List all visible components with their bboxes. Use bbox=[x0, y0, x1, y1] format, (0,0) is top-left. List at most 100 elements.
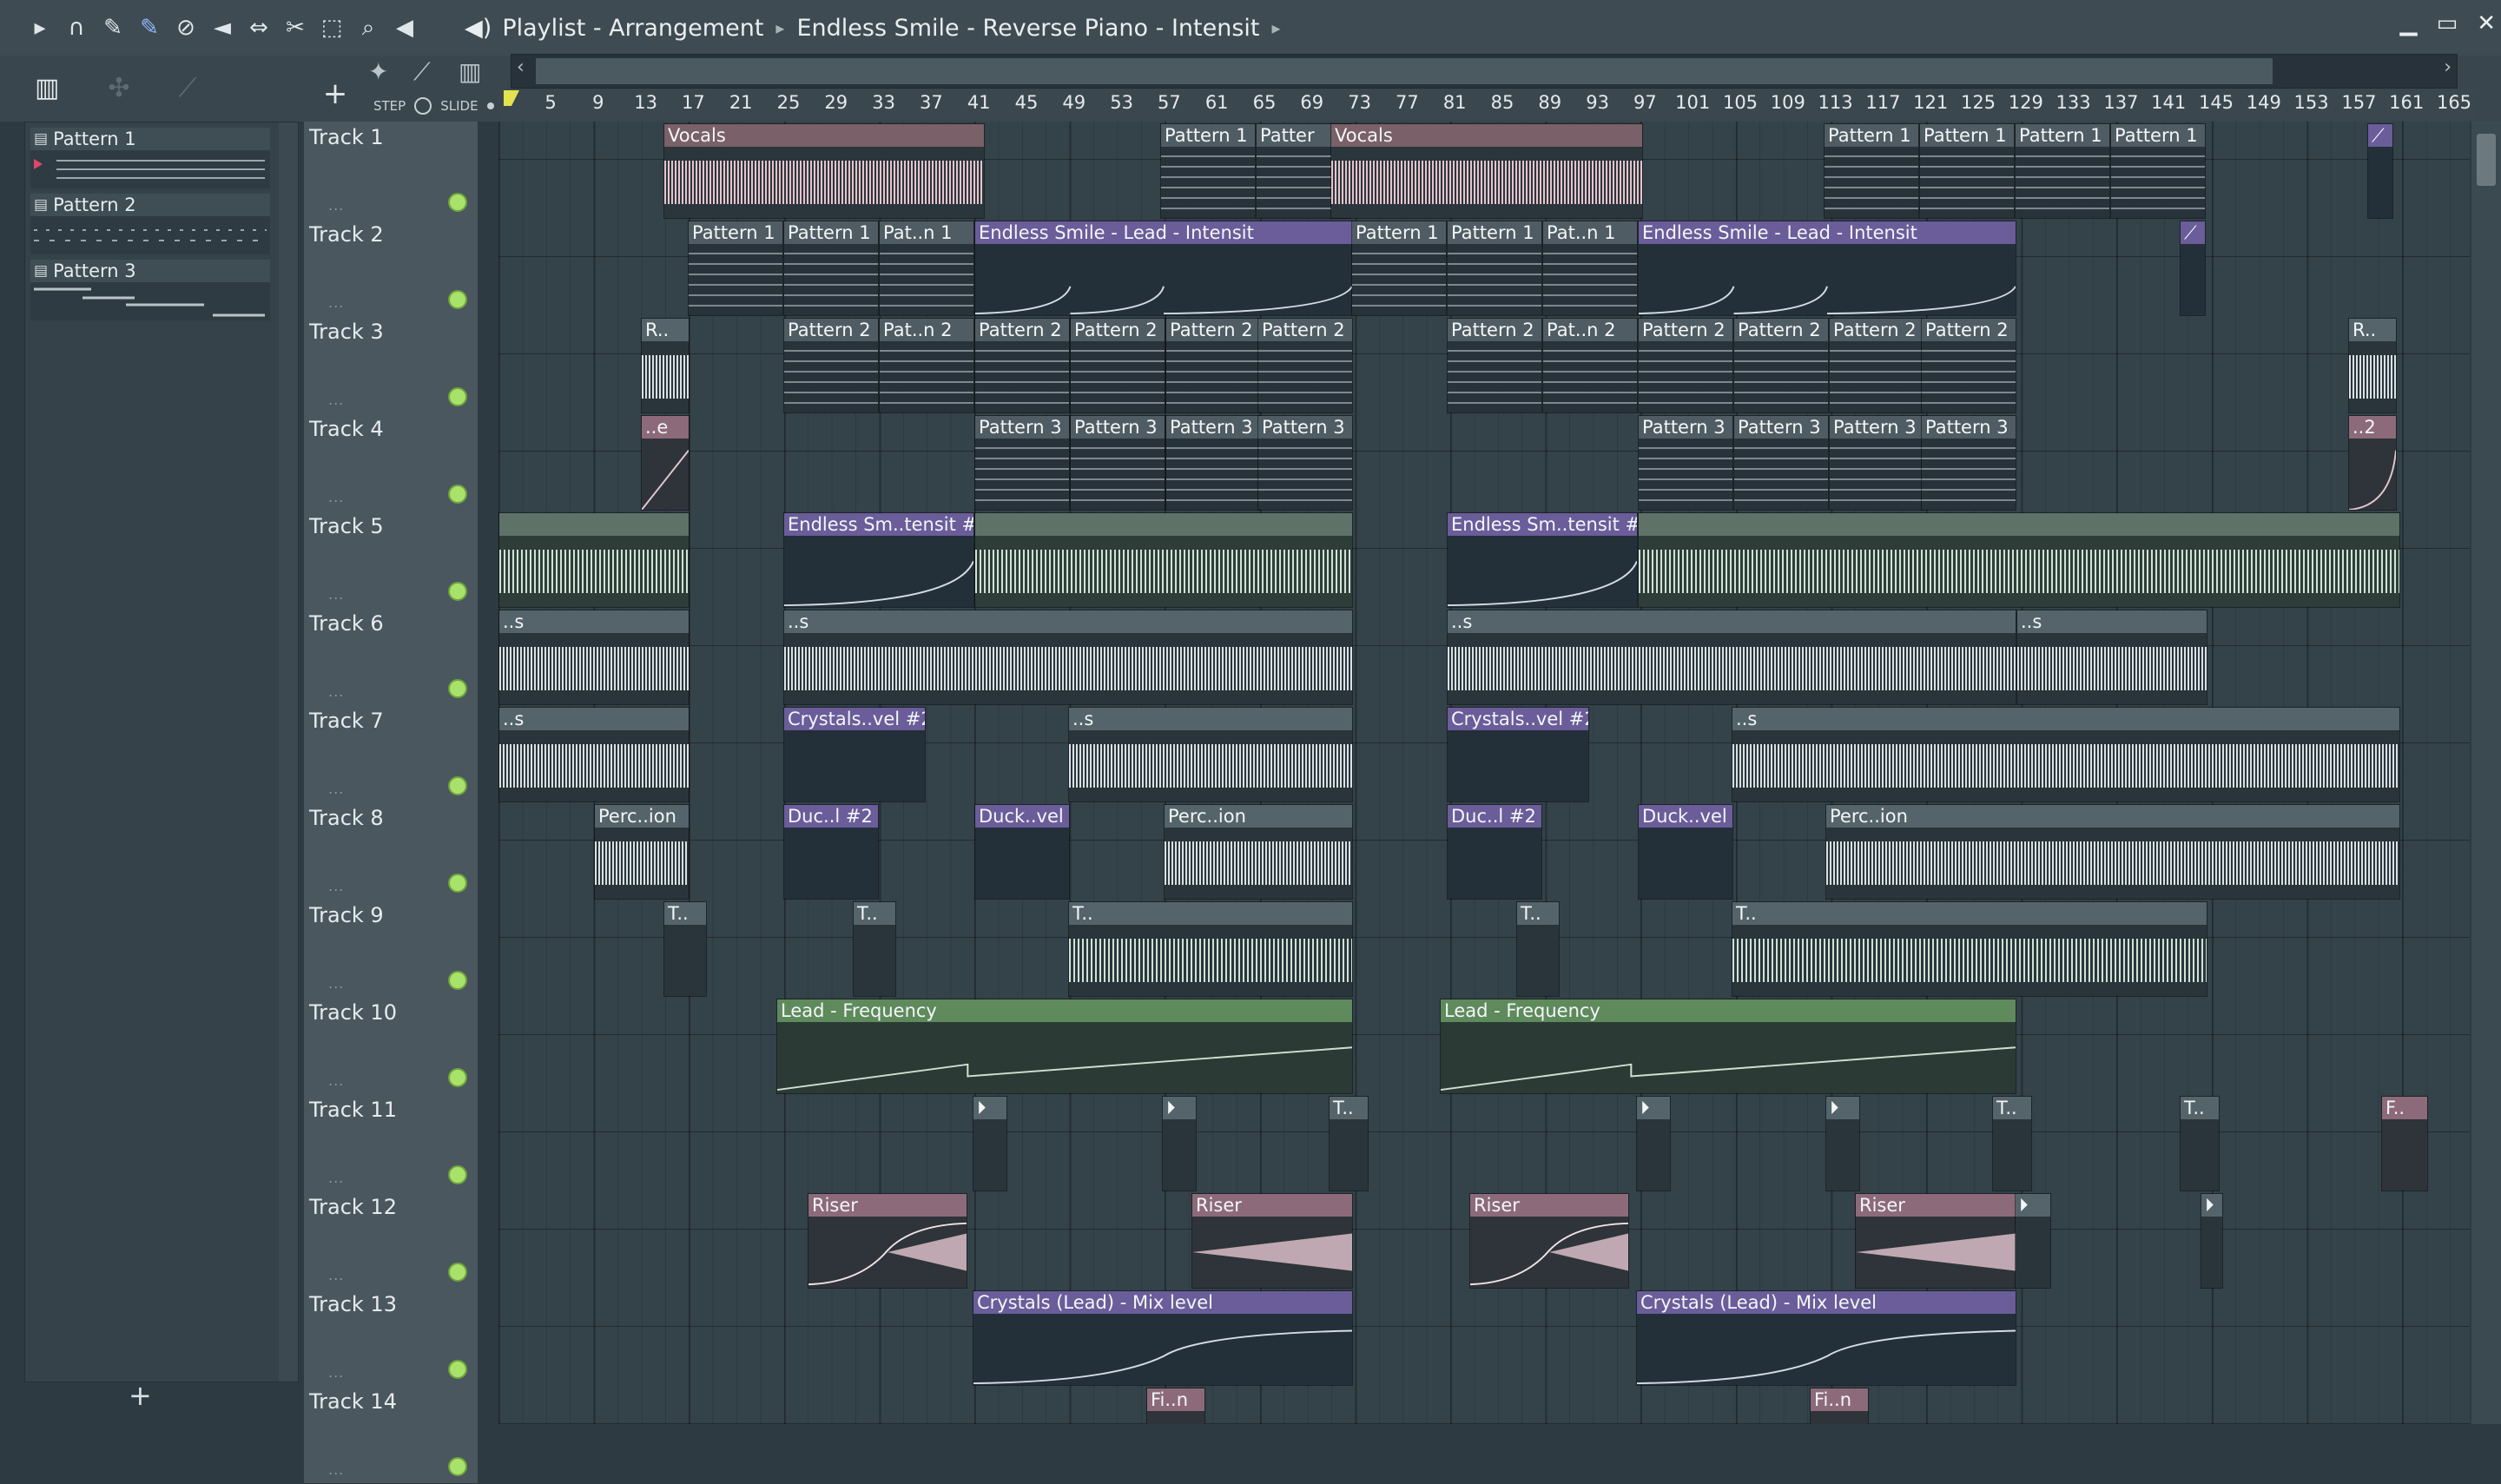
clip-label[interactable]: Pat..n 2 bbox=[1543, 319, 1637, 341]
track-enable-led-icon[interactable] bbox=[448, 1165, 467, 1184]
clip-label[interactable]: Pattern 3 bbox=[1922, 416, 2016, 439]
clip-label[interactable]: Pattern 2 bbox=[975, 319, 1069, 341]
clip-label[interactable]: T.. bbox=[854, 902, 895, 925]
track-name[interactable]: Track 6 bbox=[309, 611, 384, 636]
clip-audio[interactable]: ..s bbox=[498, 610, 690, 705]
clip-body[interactable] bbox=[1258, 439, 1352, 510]
track-header[interactable]: Track 5... bbox=[304, 511, 478, 609]
track-grip-icon[interactable]: ... bbox=[328, 1364, 344, 1381]
track-enable-led-icon[interactable] bbox=[448, 1068, 467, 1087]
clip-automation[interactable]: Endless Sm..tensit #3 bbox=[1447, 512, 1638, 608]
clip-label[interactable]: T.. bbox=[1732, 902, 2207, 925]
clip-riser[interactable]: Riser bbox=[1469, 1193, 1629, 1289]
clip-body[interactable] bbox=[1830, 439, 1924, 510]
clip-pattern[interactable]: Pattern 1 bbox=[1824, 123, 1919, 219]
picker-add-button[interactable]: + bbox=[129, 1379, 152, 1412]
clip-body[interactable] bbox=[1448, 244, 1541, 315]
clip-body[interactable] bbox=[1639, 244, 2016, 315]
track-header[interactable]: Track 6... bbox=[304, 608, 478, 706]
clip-label[interactable]: Pattern 2 bbox=[1922, 319, 2016, 341]
clip-pattern[interactable]: Pattern 3 bbox=[974, 415, 1070, 511]
picker-pattern-1[interactable]: ▤ Pattern 1 bbox=[30, 128, 270, 190]
clip-body[interactable] bbox=[689, 244, 782, 315]
step-slide-toggle[interactable]: STEP SLIDE bbox=[373, 97, 494, 115]
clip-label[interactable]: Riser bbox=[1856, 1194, 2016, 1217]
clip-body[interactable] bbox=[784, 536, 973, 607]
track-enable-led-icon[interactable] bbox=[448, 582, 467, 601]
track-grip-icon[interactable]: ... bbox=[328, 1267, 344, 1283]
add-track-button[interactable]: + bbox=[318, 76, 353, 111]
snap-icon[interactable]: ✦ bbox=[368, 57, 388, 86]
play-icon[interactable]: ▸ bbox=[24, 12, 56, 43]
track-grip-icon[interactable]: ... bbox=[328, 1461, 344, 1478]
clip-body[interactable] bbox=[664, 147, 984, 218]
clip-label[interactable]: T.. bbox=[1993, 1097, 2031, 1119]
clip-body[interactable] bbox=[1826, 828, 2399, 899]
pencil-icon[interactable]: ✎ bbox=[97, 12, 129, 43]
clip-riser[interactable]: Riser bbox=[808, 1193, 967, 1289]
clip-body[interactable] bbox=[1165, 828, 1352, 899]
clip-audio[interactable] bbox=[498, 512, 690, 608]
clip-percussion[interactable]: Perc..ion bbox=[1164, 804, 1353, 900]
piano-icon[interactable]: ▥ bbox=[35, 73, 59, 103]
clip-pattern[interactable]: Pattern 3 bbox=[1638, 415, 1733, 511]
clip-fill[interactable]: Fi..n bbox=[1146, 1388, 1205, 1424]
clip-label[interactable]: Pattern 1 bbox=[1352, 221, 1446, 244]
clip-pattern[interactable]: Pat..n 2 bbox=[1542, 318, 1638, 413]
clip-automation-lead[interactable]: Endless Smile - Lead - Intensit bbox=[1638, 221, 2016, 316]
clip-label[interactable]: ⏵ bbox=[1163, 1097, 1196, 1119]
clip-label[interactable]: ..s bbox=[1448, 610, 2016, 633]
clip-pattern[interactable]: Pattern 2 bbox=[1638, 318, 1733, 413]
track-name[interactable]: Track 4 bbox=[309, 417, 384, 441]
clip-body[interactable] bbox=[975, 439, 1069, 510]
clip-audio[interactable]: ..s bbox=[783, 610, 1353, 705]
mute-icon[interactable]: ◄ bbox=[207, 12, 238, 43]
clip-label[interactable]: R.. bbox=[642, 319, 689, 341]
clip-audio[interactable]: ..s bbox=[1068, 707, 1353, 802]
clip-label[interactable]: F.. bbox=[2382, 1097, 2427, 1119]
track-name[interactable]: Track 13 bbox=[309, 1292, 397, 1316]
clip-label[interactable]: Pattern 3 bbox=[975, 416, 1069, 439]
clip-label[interactable]: Crystals..vel #2 bbox=[1448, 708, 1588, 730]
track-header[interactable]: Track 4... bbox=[304, 413, 478, 511]
clip-pattern[interactable]: Pat..n 1 bbox=[879, 221, 974, 316]
clip-label[interactable]: ..s bbox=[1069, 708, 1352, 730]
step-radio-icon[interactable] bbox=[414, 97, 432, 115]
clip-label[interactable]: Pattern 1 bbox=[1920, 124, 2014, 147]
clip-label[interactable]: Endless Sm..tensit #3 bbox=[784, 513, 973, 536]
clip-label[interactable]: R.. bbox=[2349, 319, 2396, 341]
clip-pattern[interactable]: Pattern 2 bbox=[1070, 318, 1165, 413]
breadcrumb-project[interactable]: Endless Smile - Reverse Piano - Intensit bbox=[796, 15, 1259, 42]
clip-body[interactable] bbox=[1069, 925, 1352, 996]
clip-audio[interactable]: R.. bbox=[2348, 318, 2397, 413]
track-name[interactable]: Track 1 bbox=[309, 125, 384, 149]
clip-body[interactable] bbox=[642, 341, 689, 412]
clip-automation[interactable]: ..2 bbox=[2348, 415, 2397, 511]
clip-fill[interactable]: Fi..n bbox=[1810, 1388, 1869, 1424]
curve-icon[interactable]: ⟋ bbox=[413, 57, 431, 87]
clip-pattern[interactable]: Pattern 1 bbox=[783, 221, 879, 316]
clip-body[interactable] bbox=[1448, 828, 1541, 899]
clip-automation[interactable]: ⟋ bbox=[2367, 123, 2393, 219]
clip-label[interactable]: Pattern 3 bbox=[1734, 416, 1828, 439]
clip-pattern[interactable]: Pattern 3 bbox=[1257, 415, 1353, 511]
clip-audio[interactable]: T.. bbox=[2180, 1096, 2220, 1191]
clip-label[interactable]: Endless Sm..tensit #3 bbox=[1448, 513, 1637, 536]
clip-body[interactable] bbox=[595, 828, 689, 899]
clip-label[interactable]: T.. bbox=[1330, 1097, 1368, 1119]
track-grip-icon[interactable]: ... bbox=[328, 878, 344, 894]
clip-body[interactable] bbox=[2111, 147, 2205, 218]
clip-label[interactable]: Pattern 3 bbox=[1166, 416, 1260, 439]
clip-body[interactable] bbox=[2382, 1119, 2427, 1190]
clip-pattern[interactable]: Pattern 1 bbox=[1447, 221, 1542, 316]
clip-label[interactable]: Pattern 1 bbox=[2111, 124, 2205, 147]
clip-body[interactable] bbox=[1732, 925, 2207, 996]
clip-label[interactable]: Endless Smile - Lead - Intensit bbox=[1639, 221, 2016, 244]
clip-label[interactable]: Perc..ion bbox=[1165, 805, 1352, 828]
delete-icon[interactable]: ⊘ bbox=[170, 12, 201, 43]
clip-pattern[interactable]: Pattern 3 bbox=[1829, 415, 1924, 511]
clip-label[interactable]: Vocals bbox=[1331, 124, 1642, 147]
clip-audio[interactable]: T.. bbox=[663, 901, 707, 997]
clip-body[interactable] bbox=[880, 244, 973, 315]
clip-automation[interactable]: Duc..l #2 bbox=[1447, 804, 1542, 900]
